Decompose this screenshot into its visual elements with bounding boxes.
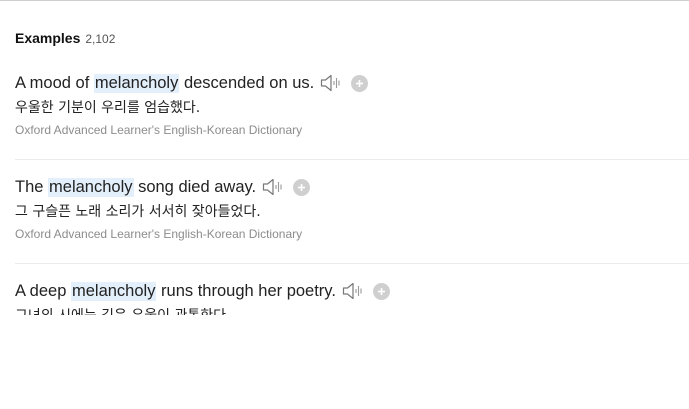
add-to-wordbook-button[interactable] <box>372 282 390 300</box>
example-item: A deep melancholy runs through her poetr… <box>15 280 689 315</box>
add-to-wordbook-button[interactable] <box>351 74 369 92</box>
plus-icon <box>298 183 306 191</box>
example-translation: 그녀의 시에는 깊은 우울이 관통한다 <box>15 306 689 315</box>
add-to-wordbook-button[interactable] <box>293 178 311 196</box>
example-source: Oxford Advanced Learner's English-Korean… <box>15 227 303 241</box>
examples-title: Examples <box>15 30 81 46</box>
sentence-text: A deep <box>15 281 71 300</box>
example-sentence: A mood of melancholy descended on us. <box>15 72 689 94</box>
highlighted-keyword: melancholy <box>93 73 180 93</box>
example-divider <box>15 159 689 160</box>
example-divider <box>15 263 689 264</box>
sentence-text: descended on us. <box>179 73 315 92</box>
example-item: A mood of melancholy descended on us. 우울… <box>15 72 689 137</box>
top-divider <box>0 0 689 1</box>
plus-icon <box>356 79 364 87</box>
speaker-icon[interactable] <box>320 73 342 93</box>
sentence-text: A mood of <box>15 73 94 92</box>
highlighted-keyword: melancholy <box>70 281 157 301</box>
example-sentence: A deep melancholy runs through her poetr… <box>15 280 689 302</box>
examples-panel: Examples 2,102 A mood of melancholy desc… <box>0 0 689 409</box>
speaker-icon[interactable] <box>342 281 364 301</box>
example-source: Oxford Advanced Learner's English-Korean… <box>15 123 303 137</box>
plus-icon <box>377 287 385 295</box>
example-translation: 그 구슬픈 노래 소리가 서서히 잦아들었다. <box>15 204 261 220</box>
example-translation: 우울한 기분이 우리를 엄습했다. <box>15 100 201 116</box>
example-item: The melancholy song died away. 그 구슬픈 노래 … <box>15 176 689 241</box>
sentence-text: runs through her poetry. <box>156 281 336 300</box>
highlighted-keyword: melancholy <box>48 177 134 197</box>
speaker-icon[interactable] <box>262 177 284 197</box>
sentence-text: song died away. <box>133 177 257 196</box>
example-sentence: The melancholy song died away. <box>15 176 689 198</box>
examples-count: 2,102 <box>85 32 116 46</box>
sentence-text: The <box>15 177 49 196</box>
examples-header: Examples 2,102 <box>15 30 115 46</box>
